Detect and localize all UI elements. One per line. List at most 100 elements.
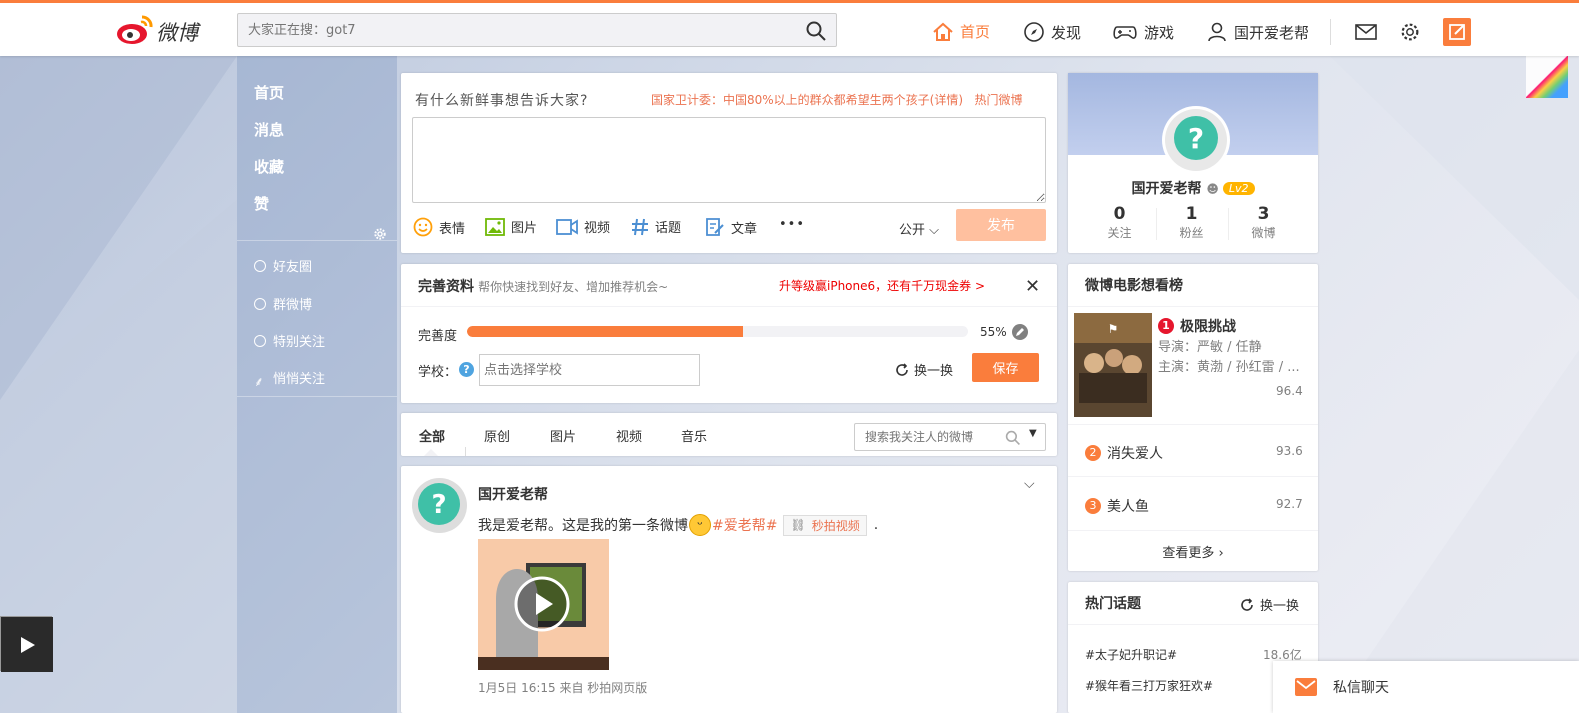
feed-search-input[interactable]: [855, 424, 1005, 450]
question-avatar-icon: ?: [1165, 109, 1227, 171]
floating-video-player[interactable]: [0, 616, 53, 672]
post-author[interactable]: 国开爱老帮: [478, 484, 548, 504]
tool-topic[interactable]: 话题: [631, 217, 681, 236]
section-divider: [1068, 476, 1318, 477]
publisher-textarea[interactable]: [412, 117, 1046, 203]
mail-icon[interactable]: [1354, 21, 1378, 43]
stat-label: 关注: [1107, 226, 1132, 240]
sidebar-group-label: 特别关注: [273, 335, 326, 350]
chevron-down-icon: ⌵: [929, 223, 940, 238]
sidebar-item-group-weibo[interactable]: 群微博: [254, 294, 312, 313]
sidebar-item-secret-follow[interactable]: ⸙ 悄悄关注: [254, 368, 326, 390]
stat-following[interactable]: 0 关注: [1078, 204, 1161, 241]
level-badge[interactable]: Lv2: [1222, 182, 1255, 195]
sidebar-group-label: 好友圈: [273, 260, 313, 275]
gear-icon[interactable]: [1398, 21, 1422, 43]
topics-refresh-button[interactable]: 换一换: [1240, 595, 1299, 614]
nav-discover[interactable]: 发现: [1023, 21, 1081, 43]
topic-item[interactable]: #太子妃升职记#: [1085, 646, 1177, 663]
visibility-select[interactable]: 公开 ⌵: [899, 219, 939, 238]
publish-button[interactable]: 发布: [956, 209, 1046, 241]
help-icon[interactable]: ?: [459, 362, 474, 377]
compose-button[interactable]: [1443, 18, 1471, 46]
hot-topics-title: 热门话题: [1085, 596, 1141, 612]
movie-poster[interactable]: ⚑: [1074, 313, 1152, 417]
movie-item-3[interactable]: 3 美人鱼: [1085, 496, 1149, 516]
topic-item[interactable]: #猴年看三打万家狂欢#: [1085, 677, 1213, 694]
movie-item-2[interactable]: 2 消失爱人: [1085, 443, 1163, 463]
hot-news-text: 国家卫计委：中国80%以上的群众都希望生两个孩子(详情): [651, 93, 964, 107]
weibo-logo[interactable]: 微博: [116, 13, 212, 47]
sidebar-item-home[interactable]: 首页: [254, 82, 284, 103]
chevron-down-icon[interactable]: ⌵: [1024, 476, 1035, 492]
search-icon[interactable]: [806, 21, 826, 41]
section-divider: [1068, 624, 1318, 625]
nav-user[interactable]: 国开爱老帮: [1206, 21, 1309, 43]
profile-avatar[interactable]: ?: [1162, 106, 1230, 174]
sidebar-item-messages[interactable]: 消息: [254, 119, 284, 140]
nav-user-label: 国开爱老帮: [1234, 23, 1310, 42]
post-hashtag[interactable]: #爱老帮#: [712, 515, 777, 535]
nav-game[interactable]: 游戏: [1112, 21, 1174, 43]
stat-followers[interactable]: 1 粉丝: [1150, 204, 1233, 241]
school-input[interactable]: [479, 354, 700, 386]
tab-original[interactable]: 原创: [484, 426, 510, 445]
movie-score: 93.6: [1276, 444, 1303, 458]
tab-images[interactable]: 图片: [550, 426, 576, 445]
movie-item-1[interactable]: 1 极限挑战: [1158, 316, 1236, 336]
sidebar-divider: [237, 240, 397, 241]
stat-weibo[interactable]: 3 微博: [1222, 204, 1305, 241]
grin-emoji-icon: ᵕ: [689, 514, 711, 536]
tool-video[interactable]: 视频: [556, 217, 610, 236]
video-thumbnail[interactable]: [478, 539, 609, 670]
profile-name[interactable]: 国开爱老帮: [1131, 181, 1201, 197]
tool-article[interactable]: 文章: [705, 217, 757, 237]
search-input[interactable]: [238, 14, 778, 46]
close-icon[interactable]: ✕: [1025, 276, 1040, 297]
edit-icon: [1449, 24, 1465, 40]
left-sidebar: 首页 消息 收藏 赞 好友圈 群微博 特别关注 ⸙ 悄悄关注: [237, 56, 397, 713]
caret-down-icon[interactable]: ▼: [1029, 428, 1037, 439]
private-chat-bar[interactable]: 私信聊天: [1273, 661, 1579, 713]
svg-text:⚑: ⚑: [1108, 322, 1119, 336]
search-icon[interactable]: [1005, 430, 1021, 446]
tab-music[interactable]: 音乐: [681, 426, 707, 445]
sidebar-item-favorites[interactable]: 收藏: [254, 156, 284, 177]
movie-cast: 主演：黄渤 / 孙红雷 / ...: [1158, 360, 1300, 375]
sidebar-group-label: 群微博: [273, 298, 313, 313]
global-search: [237, 13, 837, 47]
profile-card: ? 国开爱老帮 ☻ Lv2 0 关注 1 粉丝 3 微博: [1068, 73, 1318, 253]
sidebar-item-special-follow[interactable]: 特别关注: [254, 331, 325, 350]
nav-divider: [1330, 19, 1331, 45]
save-button[interactable]: 保存: [972, 353, 1039, 382]
tool-more[interactable]: •••: [779, 217, 805, 232]
article-icon: [706, 218, 724, 236]
tab-all[interactable]: 全部: [419, 426, 445, 445]
robot-icon: ☻: [1206, 182, 1219, 196]
topics-refresh-label: 换一换: [1260, 599, 1300, 614]
user-icon: [1208, 22, 1226, 42]
hot-news-link[interactable]: 国家卫计委：中国80%以上的群众都希望生两个孩子(详情) 热门微博: [651, 91, 1023, 108]
sidebar-item-likes[interactable]: 赞: [254, 193, 269, 214]
pencil-icon[interactable]: [1012, 324, 1028, 340]
sidebar-item-friends-circle[interactable]: 好友圈: [254, 256, 312, 275]
post-time[interactable]: 1月5日 16:15 来自 秒拍网页版: [478, 679, 647, 696]
sidebar-group-label: 悄悄关注: [273, 372, 326, 387]
progress-value: 55%: [980, 325, 1007, 339]
nav-home[interactable]: 首页: [932, 21, 990, 42]
refresh-button[interactable]: 换一换: [895, 360, 953, 379]
tool-emoji[interactable]: 表情: [413, 217, 465, 237]
logo-text: 微博: [156, 21, 198, 45]
avatar[interactable]: ?: [412, 478, 467, 533]
group-icon: [254, 297, 266, 310]
tab-videos[interactable]: 视频: [616, 426, 642, 445]
tool-image[interactable]: 图片: [485, 217, 537, 236]
movie-score: 96.4: [1276, 384, 1303, 398]
promo-link[interactable]: 升等级赢iPhone6，还有千万现金券 >: [779, 277, 985, 294]
movie-name: 消失爱人: [1107, 446, 1163, 462]
video-link[interactable]: ⛓ 秒拍视频: [783, 514, 867, 536]
see-more-link[interactable]: 查看更多 ›: [1068, 542, 1318, 561]
heart-icon: [254, 259, 266, 272]
sidebar-settings-icon[interactable]: [373, 227, 387, 241]
hot-weibo-link[interactable]: 热门微博: [975, 93, 1023, 107]
